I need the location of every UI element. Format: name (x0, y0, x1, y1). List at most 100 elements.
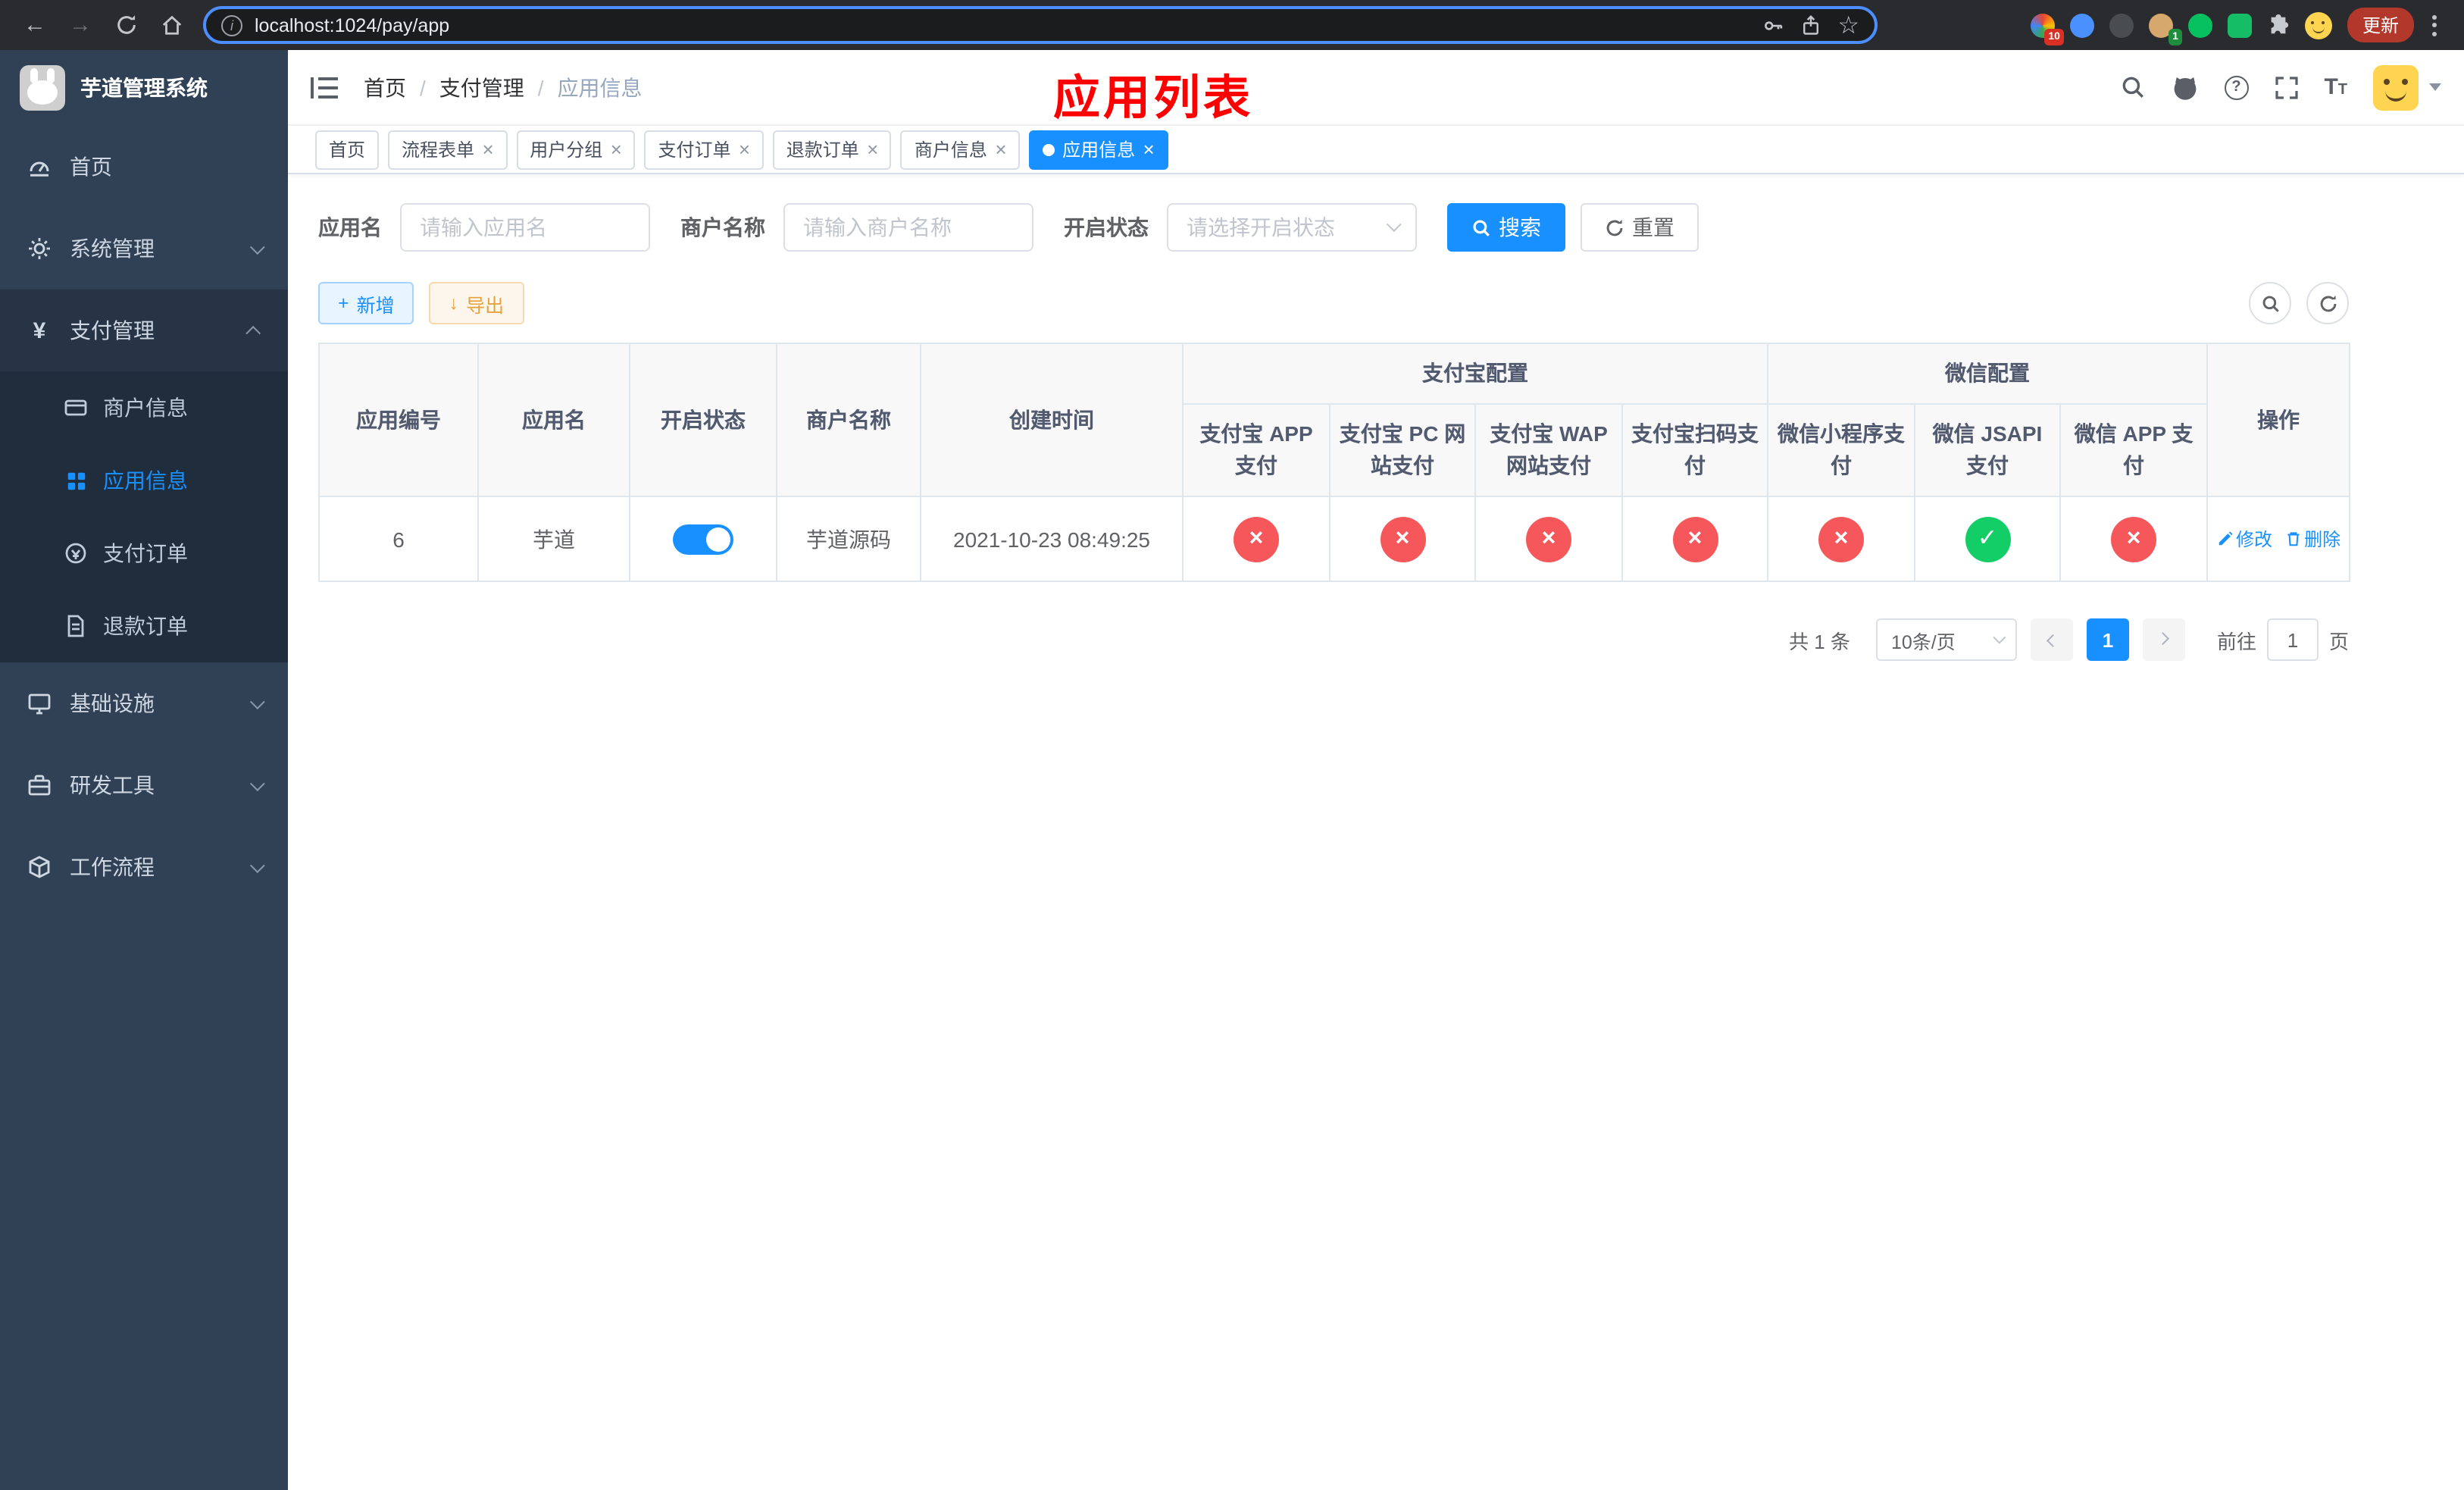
search-button[interactable]: 搜索 (1447, 203, 1565, 252)
app-logo[interactable]: 芋道管理系统 (0, 50, 288, 126)
close-icon: × (1818, 516, 1864, 562)
delete-button[interactable]: 删除 (2284, 526, 2340, 552)
tab-close-icon[interactable]: × (1143, 139, 1154, 159)
key-icon[interactable] (1762, 14, 1783, 36)
page-unit-label: 页 (2328, 630, 2349, 653)
help-icon[interactable]: ? (2224, 75, 2249, 99)
column-subheader: 支付宝 WAP 网站支付 (1474, 403, 1623, 497)
refresh-icon (2319, 294, 2336, 311)
sidebar: 芋道管理系统 首页 系统管理 ¥ 支付管理 商户信息 应用信息 支付订单 退款订… (0, 50, 288, 1490)
tab-应用信息[interactable]: 应用信息 × (1029, 130, 1168, 169)
export-button[interactable]: ↓ 导出 (429, 282, 524, 324)
sidebar-item-pay-order[interactable]: 支付订单 (0, 517, 288, 590)
extensions-puzzle-icon[interactable] (2267, 14, 2290, 36)
tab-流程表单[interactable]: 流程表单 × (388, 130, 508, 169)
tab-支付订单[interactable]: 支付订单 × (644, 130, 764, 169)
actions-cell: 修改 删除 (2206, 496, 2351, 582)
caret-down-icon (2429, 83, 2441, 91)
fullscreen-icon[interactable] (2274, 75, 2298, 99)
refresh-table-button[interactable] (2306, 282, 2349, 324)
prev-page-button[interactable] (2030, 618, 2073, 661)
document-icon (64, 614, 88, 638)
add-button[interactable]: + 新增 (318, 282, 414, 324)
sidebar-item-infra[interactable]: 基础设施 (0, 662, 288, 744)
page-size-select[interactable]: 10条/页 (1875, 618, 2017, 661)
tab-退款订单[interactable]: 退款订单 × (772, 130, 892, 169)
user-menu[interactable] (2373, 64, 2441, 110)
tab-close-icon[interactable]: × (867, 139, 878, 159)
tab-close-icon[interactable]: × (739, 139, 750, 159)
search-icon (1473, 219, 1490, 236)
sidebar-menu: 首页 系统管理 ¥ 支付管理 商户信息 应用信息 支付订单 退款订单 基础设施 … (0, 126, 288, 908)
tab-首页[interactable]: 首页 (315, 130, 380, 169)
status-select[interactable]: 请选择开启状态 (1167, 203, 1417, 252)
browser-back-icon[interactable]: ← (15, 5, 55, 45)
tab-close-icon[interactable]: × (995, 139, 1006, 159)
table-row: 6 芋道 芋道源码 2021-10-23 08:49:25 × × × × × ✓ × (318, 496, 2351, 582)
tag-bar: 首页 流程表单 × 用户分组 × 支付订单 × 退款订单 × 商户信息 × 应用信息 × (288, 126, 2464, 174)
url-bar[interactable]: i localhost:1024/pay/app ☆ (203, 6, 1878, 44)
yen-icon: ¥ (33, 318, 46, 343)
browser-home-icon[interactable] (152, 5, 191, 45)
sidebar-item-workflow[interactable]: 工作流程 (0, 826, 288, 908)
tab-label: 用户分组 (530, 139, 603, 161)
page-1-button[interactable]: 1 (2086, 618, 2129, 661)
sidebar-item-system[interactable]: 系统管理 (0, 208, 288, 290)
toggle-search-button[interactable] (2249, 282, 2291, 324)
browser-update-button[interactable]: 更新 (2347, 8, 2414, 42)
column-subheader: 微信小程序支付 (1767, 403, 1915, 497)
column-subheader: 支付宝 PC 网站支付 (1329, 403, 1476, 497)
collapse-sidebar-icon[interactable] (311, 77, 338, 98)
github-icon[interactable] (2171, 74, 2198, 101)
sidebar-item-app-info[interactable]: 应用信息 (0, 444, 288, 517)
sidebar-item-home[interactable]: 首页 (0, 126, 288, 208)
site-info-icon[interactable]: i (221, 14, 242, 36)
extension-blue-icon[interactable] (2069, 13, 2094, 37)
column-group-header: 支付宝配置 (1182, 343, 1768, 405)
extension-avatar-icon[interactable]: 1 (2148, 13, 2182, 45)
tab-用户分组[interactable]: 用户分组 × (516, 130, 636, 169)
edit-button[interactable]: 修改 (2216, 526, 2272, 552)
browser-profile-avatar[interactable] (2304, 11, 2332, 39)
page-annotation: 应用列表 (1053, 71, 1253, 124)
breadcrumb-payment[interactable]: 支付管理 (439, 72, 524, 102)
breadcrumb-home[interactable]: 首页 (364, 72, 406, 102)
goto-page-input[interactable] (2266, 618, 2319, 661)
reset-button[interactable]: 重置 (1581, 203, 1699, 252)
font-size-icon[interactable]: TT (2324, 76, 2347, 99)
status-fail-cell: × (2059, 496, 2209, 582)
sidebar-item-refund-order[interactable]: 退款订单 (0, 590, 288, 662)
search-icon[interactable] (2119, 74, 2145, 100)
app-id-cell: 6 (318, 496, 479, 582)
tab-label: 首页 (329, 139, 366, 161)
browser-menu-icon[interactable] (2420, 14, 2449, 36)
share-icon[interactable] (1800, 14, 1821, 36)
browser-forward-icon[interactable]: → (61, 5, 100, 45)
extension-strip: 10 1 (2030, 11, 2332, 45)
sidebar-item-merchant-info[interactable]: 商户信息 (0, 371, 288, 444)
extension-dark-icon[interactable] (2109, 13, 2134, 37)
column-header: 开启状态 (629, 343, 777, 497)
extension-green-icon[interactable] (2187, 13, 2212, 37)
extension-green-square-icon[interactable] (2227, 13, 2252, 37)
app-name-input[interactable] (400, 203, 650, 252)
tab-close-icon[interactable]: × (482, 139, 493, 159)
column-header-actions: 操作 (2206, 343, 2351, 497)
coin-icon (64, 541, 88, 565)
merchant-name-input[interactable] (783, 203, 1033, 252)
tab-label: 流程表单 (402, 139, 475, 161)
breadcrumb-separator: / (420, 75, 426, 99)
sidebar-item-payment[interactable]: ¥ 支付管理 (0, 290, 288, 371)
column-header: 应用名 (477, 343, 630, 497)
sidebar-item-devtools[interactable]: 研发工具 (0, 744, 288, 826)
bookmark-star-icon[interactable]: ☆ (1837, 10, 1859, 40)
browser-reload-icon[interactable] (106, 5, 145, 45)
next-page-button[interactable] (2142, 618, 2185, 661)
enabled-switch[interactable] (673, 524, 733, 554)
column-header: 商户名称 (776, 343, 921, 497)
url-text[interactable]: localhost:1024/pay/app (255, 14, 1750, 36)
close-icon: × (2111, 516, 2157, 562)
tab-商户信息[interactable]: 商户信息 × (900, 130, 1021, 169)
tab-close-icon[interactable]: × (610, 139, 621, 159)
extension-grid-icon[interactable]: 10 (2030, 13, 2064, 45)
